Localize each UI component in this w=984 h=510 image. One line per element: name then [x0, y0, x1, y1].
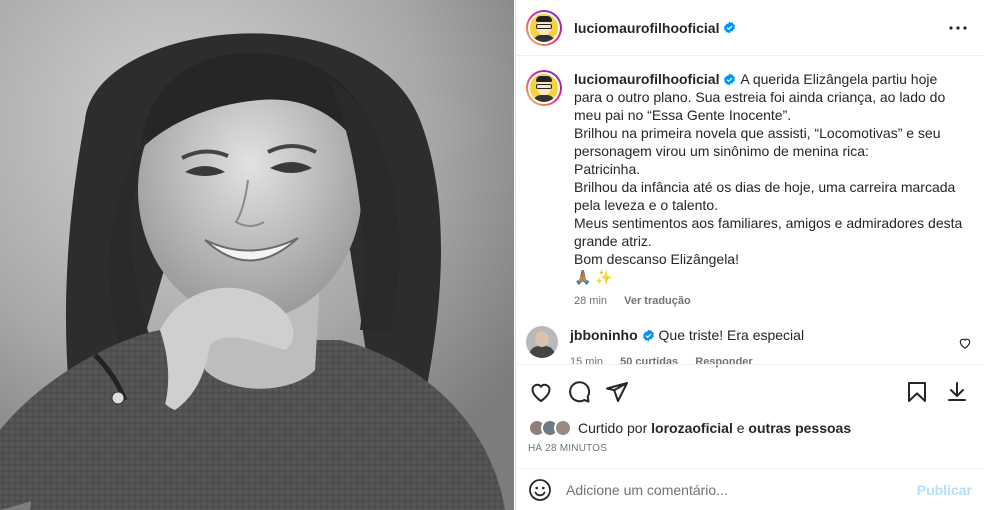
translate-link[interactable]: Ver tradução	[624, 295, 691, 307]
liked-by-avatars[interactable]	[528, 419, 572, 437]
add-comment-bar: Publicar	[516, 468, 984, 510]
download-icon	[948, 382, 966, 401]
caption-author-avatar[interactable]	[526, 70, 562, 106]
more-options-icon	[949, 25, 967, 30]
post-timestamp[interactable]: HÁ 28 MINUTOS	[528, 443, 970, 454]
caption-body: luciomaurofilhooficial A querida Elizâng…	[574, 70, 964, 310]
heart-icon	[531, 383, 551, 403]
caption-line: Meus sentimentos aos familiares, amigos …	[574, 215, 963, 249]
verified-badge-icon	[724, 21, 736, 34]
caption-time: 28 min	[574, 295, 608, 307]
caption-line: Brilhou da infância até os dias de hoje,…	[574, 179, 956, 213]
caption-line: Bom descanso Elizângela!	[574, 251, 739, 267]
liked-by: Curtido por lorozaoficial e outras pesso…	[528, 419, 970, 437]
paper-plane-icon	[606, 382, 628, 402]
post-header: luciomaurofilhooficial	[516, 0, 984, 56]
comment-text: Que triste! Era especial	[658, 327, 805, 343]
like-button[interactable]	[528, 379, 554, 405]
liked-by-prefix: Curtido por	[578, 420, 648, 436]
bookmark-icon	[908, 382, 926, 402]
caption-emoji-line: 🙏🏽 ✨	[574, 269, 613, 285]
post-photo[interactable]	[0, 0, 514, 510]
caption-line: Brilhou na primeira novela que assisti, …	[574, 125, 941, 159]
post-caption: luciomaurofilhooficial A querida Elizâng…	[516, 56, 984, 310]
post-actions: Curtido por lorozaoficial e outras pesso…	[516, 364, 984, 454]
instagram-post-modal: luciomaurofilhooficial luciomaurofilhoof…	[0, 0, 984, 510]
emoji-icon[interactable]	[528, 478, 552, 502]
share-button[interactable]	[604, 379, 630, 405]
liked-by-others[interactable]: outras pessoas	[748, 420, 851, 436]
author-avatar[interactable]	[526, 9, 562, 46]
comment-button[interactable]	[566, 379, 592, 405]
comment-item: jbboninho Que triste! Era especial 15 mi…	[516, 310, 984, 371]
commenter-username[interactable]: jbboninho	[570, 327, 638, 343]
action-icons-bar	[528, 379, 970, 405]
liked-by-joiner: e	[736, 420, 745, 436]
save-button[interactable]	[904, 379, 930, 405]
commenter-avatar[interactable]	[526, 326, 558, 358]
verified-badge-icon	[642, 329, 654, 342]
caption-meta: 28 min Ver tradução	[574, 292, 964, 310]
portrait-illustration	[0, 0, 514, 510]
liked-by-user[interactable]: lorozaoficial	[651, 420, 733, 436]
publish-button[interactable]: Publicar	[917, 482, 972, 498]
verified-badge-icon	[724, 73, 736, 86]
comment-input[interactable]	[566, 481, 917, 498]
author-username[interactable]: luciomaurofilhooficial	[574, 20, 719, 36]
post-sidebar: luciomaurofilhooficial luciomaurofilhoof…	[515, 0, 984, 510]
comment-bubble-icon	[569, 381, 591, 403]
caption-username[interactable]: luciomaurofilhooficial	[574, 71, 719, 87]
liker-avatar	[554, 419, 572, 437]
download-button[interactable]	[944, 379, 970, 405]
more-options-button[interactable]	[946, 16, 970, 40]
comment-like-heart-icon[interactable]	[958, 336, 972, 350]
action-icons-right	[890, 379, 970, 405]
caption-line: Patricinha.	[574, 161, 641, 177]
